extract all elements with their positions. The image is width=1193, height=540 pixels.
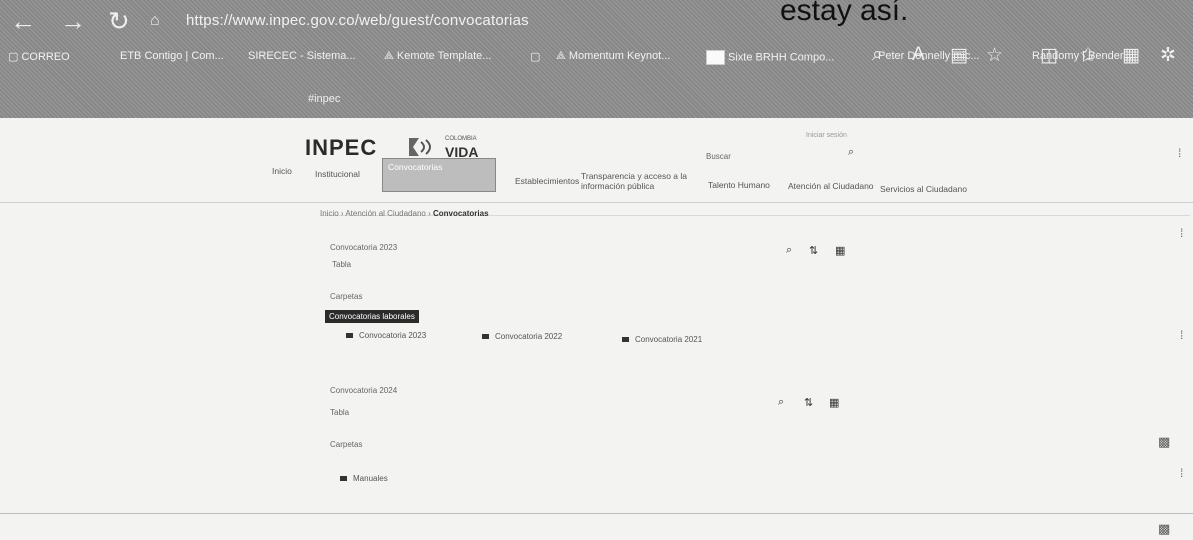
folder-item[interactable]: Convocatoria 2023 xyxy=(346,331,426,340)
text-size-icon[interactable]: A xyxy=(912,44,925,66)
nav-inicio[interactable]: Inicio xyxy=(272,166,292,176)
folder-icon xyxy=(482,334,489,340)
bookmark-generic-icon[interactable]: ▢ xyxy=(530,50,540,63)
overlay-handwriting: estay así. xyxy=(780,0,909,27)
reload-icon[interactable]: ↻ xyxy=(108,6,130,37)
section1-header[interactable]: Convocatoria 2023 xyxy=(330,243,397,252)
nav-atencion[interactable]: Atención al Ciudadano xyxy=(788,181,874,191)
forward-icon[interactable]: → xyxy=(60,6,86,37)
search-icon[interactable]: ⌕ xyxy=(786,244,792,257)
bookmark-template[interactable]: ⟁ Kemote Template... xyxy=(384,50,491,63)
section1-folders-label: Carpetas xyxy=(330,292,363,301)
nav-transparencia[interactable]: Transparencia y acceso a la información … xyxy=(581,171,699,191)
folder-item[interactable]: Manuales xyxy=(340,474,388,483)
collections-icon[interactable]: ▦ xyxy=(1122,44,1140,67)
grid-view-icon[interactable]: ▦ xyxy=(829,396,839,409)
nav-talento-humano[interactable]: Talento Humano xyxy=(708,180,770,190)
search-icon[interactable]: ⌕ xyxy=(778,396,784,409)
page-content: INPEC COLOMBIA VIDA Iniciar sesión Busca… xyxy=(0,118,1193,540)
triangle-icon: ⟁ xyxy=(556,50,569,62)
nav-convocatorias-active[interactable]: Convocatorias xyxy=(382,158,496,192)
star-icon: ⟁ xyxy=(384,50,397,62)
folder-item[interactable]: Convocatoria 2021 xyxy=(622,335,702,344)
chat-widget-icon[interactable]: ▩ xyxy=(1158,434,1170,450)
folder-icon xyxy=(346,333,353,339)
bookmark-etb[interactable]: ETB Contigo | Com... xyxy=(120,50,224,62)
footer-divider xyxy=(0,513,1193,514)
split-screen-icon[interactable]: ◫ xyxy=(1040,44,1058,67)
bookmark-correo[interactable]: ▢ CORREO xyxy=(8,50,70,63)
section2-subtitle: Tabla xyxy=(330,408,350,417)
site-banner-tag: #inpec xyxy=(308,93,341,105)
sort-icon[interactable]: ⇅ xyxy=(809,244,818,257)
bookmark-sirecec[interactable]: SIRECEC - Sistema... xyxy=(248,50,356,62)
nav-establecimientos[interactable]: Establecimientos xyxy=(515,176,579,186)
square-icon xyxy=(706,50,725,65)
bookmark-momentum[interactable]: ⟁ Momentum Keynot... xyxy=(556,50,670,63)
logo-subtitle: COLOMBIA xyxy=(445,136,477,142)
page-icon: ▢ xyxy=(8,51,22,63)
grid-view-icon[interactable]: ▦ xyxy=(835,244,845,257)
favorite-star-icon[interactable]: ☆ xyxy=(986,44,1003,67)
folder-icon xyxy=(622,337,629,343)
bookmarks-bar: ▢ CORREO ETB Contigo | Com... SIRECEC - … xyxy=(0,50,1193,84)
reader-icon[interactable]: ▤ xyxy=(950,44,968,67)
bookmark-sixte[interactable]: Sixte BRHH Compo... xyxy=(706,50,834,65)
sort-icon[interactable]: ⇅ xyxy=(804,396,813,409)
address-bar[interactable]: https://www.inpec.gov.co/web/guest/convo… xyxy=(186,12,529,29)
folder-item[interactable]: Convocatoria 2022 xyxy=(482,332,562,341)
section2-header[interactable]: Convocatoria 2024 xyxy=(330,386,397,395)
scrollbar-mark[interactable]: ⁞ xyxy=(1180,328,1183,342)
search-icon[interactable]: ⌕ xyxy=(872,44,883,66)
section1-tag[interactable]: Convocatorias laborales xyxy=(325,310,419,323)
breadcrumb: Inicio › Atención al Ciudadano › Convoca… xyxy=(320,209,489,218)
breadcrumb-current: Convocatorias xyxy=(432,209,489,218)
browser-chrome: ← → ↻ ⌂ https://www.inpec.gov.co/web/gue… xyxy=(0,0,1193,118)
section2-folders-label: Carpetas xyxy=(330,440,363,449)
lock-icon: ⌂ xyxy=(150,12,160,29)
breadcrumb-path[interactable]: Inicio › Atención al Ciudadano › xyxy=(320,209,431,218)
login-link[interactable]: Iniciar sesión xyxy=(806,132,847,139)
scrollbar-mark[interactable]: ⁞ xyxy=(1180,226,1183,240)
extensions-icon[interactable]: ✲ xyxy=(1160,44,1176,67)
colombia-logo-icon xyxy=(409,138,431,156)
nav-institucional[interactable]: Institucional xyxy=(315,169,360,179)
back-icon[interactable]: ← xyxy=(10,6,36,37)
section1-subtitle: Tabla xyxy=(332,260,352,269)
address-row: ← → ↻ ⌂ https://www.inpec.gov.co/web/gue… xyxy=(0,0,1193,42)
nav-divider xyxy=(0,202,1193,203)
nav-servicios[interactable]: Servicios al Ciudadano xyxy=(880,184,967,194)
folder-icon xyxy=(340,476,347,482)
scrollbar-mark[interactable]: ⁞ xyxy=(1180,466,1183,480)
accessibility-widget-icon[interactable]: ▩ xyxy=(1158,521,1170,537)
scrollbar-mark[interactable]: ⁞ xyxy=(1178,146,1181,160)
favorites-icon[interactable]: ✩ xyxy=(1080,44,1096,67)
